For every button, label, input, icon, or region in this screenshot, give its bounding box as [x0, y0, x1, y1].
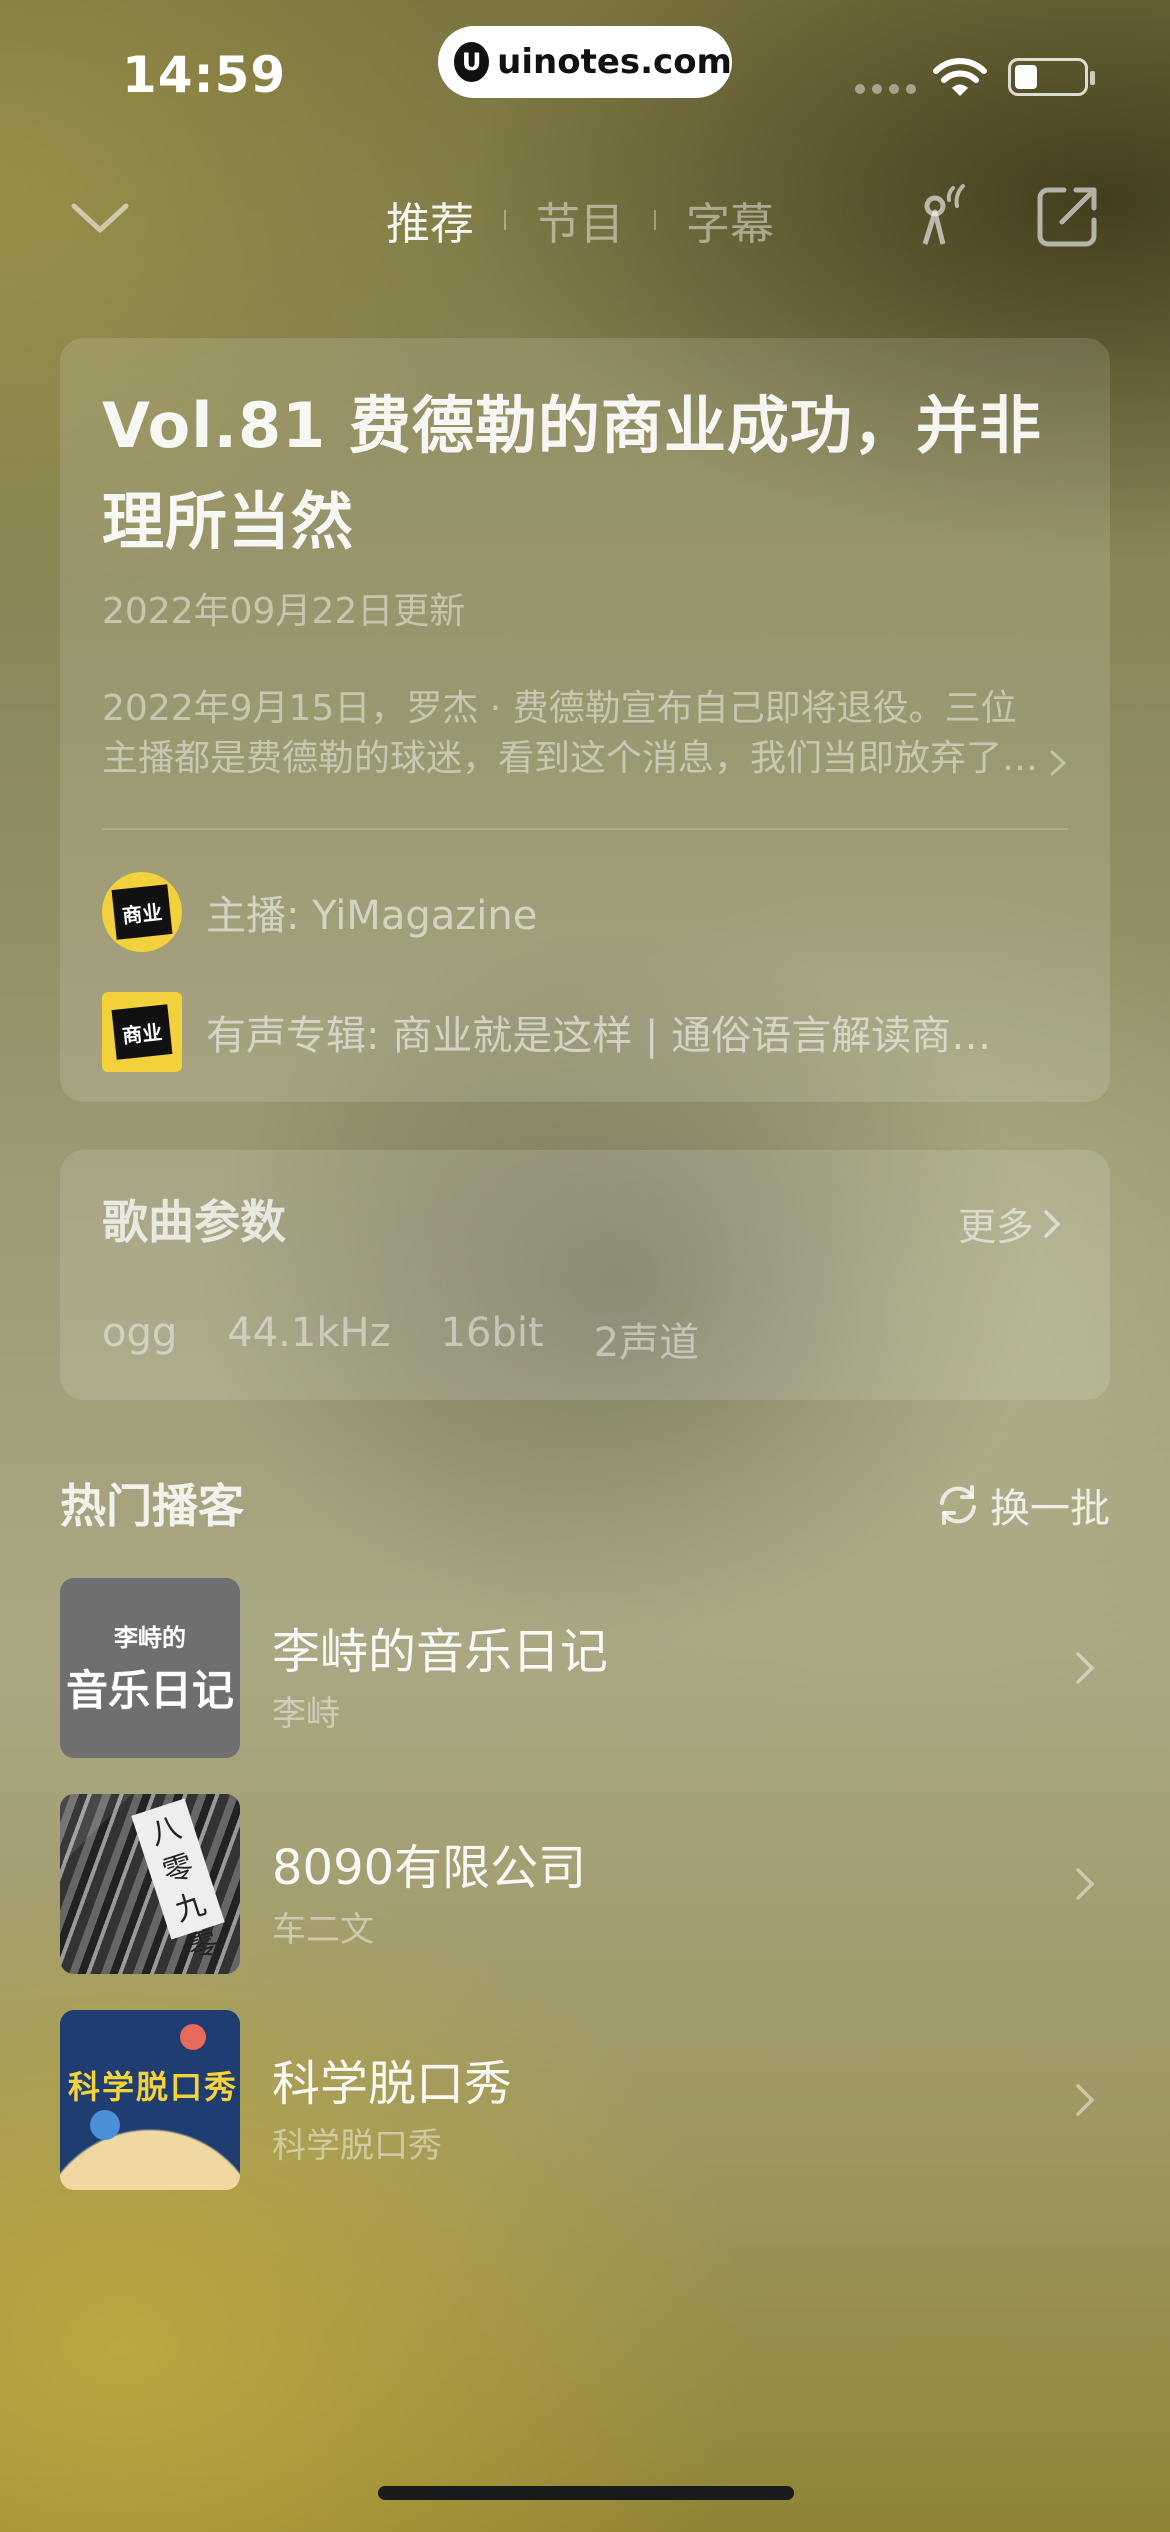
episode-card: Vol.81 费德勒的商业成功，并非理所当然 2022年09月22日更新 202…: [60, 338, 1110, 1102]
cover-caption-big: 音乐日记: [65, 1666, 234, 1715]
episode-title: Vol.81 费德勒的商业成功，并非理所当然: [102, 389, 1042, 558]
refresh-label: 换一批: [990, 1486, 1110, 1532]
planet-shape: [180, 2024, 206, 2050]
album-cover: 商业: [102, 992, 182, 1072]
host-label: 主播: YiMagazine: [206, 893, 538, 939]
podcast-cover: 李峙的 音乐日记: [60, 1578, 240, 1758]
tab-separator: [504, 210, 506, 230]
divider: [102, 828, 1068, 830]
param-bit-depth: 16bit: [440, 1310, 544, 1356]
chevron-down-icon[interactable]: [70, 200, 130, 236]
podcast-cover: 八零九零: [60, 1794, 240, 1974]
watermark-logo-icon: U: [454, 42, 490, 82]
cover-caption: 科学脱口秀: [68, 2068, 239, 2106]
planet-shape: [90, 2110, 120, 2140]
podcast-author: 科学脱口秀: [272, 2126, 442, 2166]
album-label: 有声专辑: 商业就是这样 | 通俗语言解读商…: [206, 1013, 992, 1059]
podcast-author: 李峙: [272, 1694, 340, 1734]
episode-description[interactable]: 2022年9月15日，罗杰 · 费德勒宣布自己即将退役。三位主播都是费德勒的球迷…: [102, 684, 1068, 784]
host-avatar-text: 商业: [111, 884, 173, 940]
top-nav: 推荐 节目 字幕: [0, 170, 1170, 270]
param-sample-rate: 44.1kHz: [227, 1310, 391, 1356]
chevron-right-icon: [1050, 750, 1067, 776]
podcast-title: 科学脱口秀: [272, 2056, 513, 2112]
podcast-item[interactable]: 李峙的 音乐日记 李峙的音乐日记 李峙: [60, 1578, 1110, 1758]
param-channels: 2声道: [593, 1320, 700, 1366]
episode-date: 2022年09月22日更新: [102, 591, 466, 632]
tab-recommend[interactable]: 推荐: [386, 188, 474, 252]
watermark-text: uinotes.com: [497, 42, 732, 82]
host-row[interactable]: 商业 主播: YiMagazine: [102, 872, 1068, 952]
params-title: 歌曲参数: [102, 1195, 286, 1249]
antenna-icon[interactable]: [905, 182, 975, 252]
status-time: 14:59: [122, 46, 287, 104]
chevron-right-icon: [1044, 1209, 1061, 1238]
status-bar: 14:59 U uinotes.com: [0, 0, 1170, 130]
episode-description-text: 2022年9月15日，罗杰 · 费德勒宣布自己即将退役。三位主播都是费德勒的球迷…: [102, 688, 1039, 779]
cover-sign: 八零九零: [131, 1798, 225, 1967]
battery-icon: [1008, 58, 1095, 96]
more-button[interactable]: 更多: [958, 1196, 1062, 1251]
host-avatar: 商业: [102, 872, 182, 952]
podcast-title: 李峙的音乐日记: [272, 1624, 609, 1680]
hot-podcasts-header: 热门播客 换一批: [60, 1470, 1110, 1540]
cellular-signal-icon: [855, 84, 916, 94]
wifi-icon: [933, 58, 987, 96]
album-cover-text: 商业: [111, 1004, 173, 1060]
watermark-badge: U uinotes.com: [438, 26, 732, 98]
chevron-right-icon: [1076, 1868, 1095, 1900]
refresh-icon: [940, 1485, 976, 1525]
tab-episodes[interactable]: 节目: [536, 188, 624, 252]
podcast-item[interactable]: 科学脱口秀 科学脱口秀 科学脱口秀: [60, 2010, 1110, 2190]
cover-caption-small: 李峙的: [114, 1624, 186, 1652]
share-icon[interactable]: [1034, 184, 1100, 250]
podcast-item[interactable]: 八零九零 8090有限公司 车二文: [60, 1794, 1110, 1974]
album-row[interactable]: 商业 有声专辑: 商业就是这样 | 通俗语言解读商…: [102, 992, 1068, 1072]
params-values: ogg 44.1kHz 16bit 2声道: [102, 1310, 1068, 1368]
chevron-right-icon: [1076, 1652, 1095, 1684]
podcast-author: 车二文: [272, 1910, 374, 1950]
tab-subtitles[interactable]: 字幕: [686, 188, 774, 252]
refresh-button[interactable]: 换一批: [936, 1476, 1110, 1534]
home-indicator[interactable]: [378, 2486, 794, 2500]
more-label: 更多: [957, 1205, 1034, 1249]
podcast-cover: 科学脱口秀: [60, 2010, 240, 2190]
tab-bar: 推荐 节目 字幕: [386, 188, 774, 252]
podcast-title: 8090有限公司: [272, 1840, 587, 1896]
song-params-card: 歌曲参数 更多 ogg 44.1kHz 16bit 2声道: [60, 1150, 1110, 1400]
chevron-right-icon: [1076, 2084, 1095, 2116]
param-format: ogg: [102, 1310, 178, 1356]
tab-separator: [654, 210, 656, 230]
